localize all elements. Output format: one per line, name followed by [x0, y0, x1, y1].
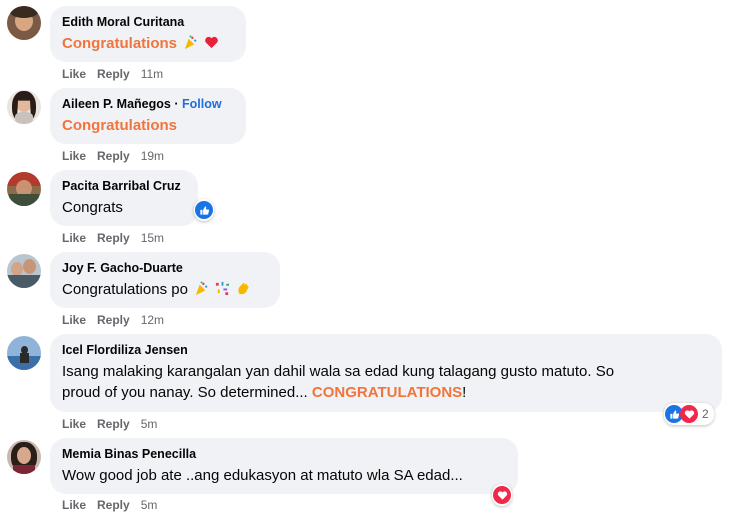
comment-text: Congratulations: [62, 33, 234, 54]
avatar[interactable]: [7, 6, 41, 40]
like-button[interactable]: Like: [62, 231, 86, 245]
comment-author[interactable]: Pacita Barribal Cruz: [62, 178, 186, 194]
timestamp[interactable]: 5m: [141, 498, 158, 512]
like-icon: [195, 201, 213, 219]
love-icon: [680, 405, 698, 423]
like-button[interactable]: Like: [62, 417, 86, 431]
confetti-icon: [216, 281, 230, 296]
highlighted-text: Congratulations: [62, 117, 177, 134]
comment-author[interactable]: Edith Moral Curitana: [62, 14, 234, 30]
comment-text-content: proud of you nanay. So determined...: [62, 384, 312, 401]
comment-text-content: Congratulations po: [62, 281, 188, 298]
comment-actions: Like Reply 12m: [62, 313, 175, 327]
highlighted-text: Congratulations: [62, 35, 177, 52]
like-button[interactable]: Like: [62, 67, 86, 81]
like-button[interactable]: Like: [62, 313, 86, 327]
like-button[interactable]: Like: [62, 149, 86, 163]
comment-text: Isang malaking karangalan yan dahil wala…: [62, 361, 710, 403]
comment-bubble: Aileen P. Mañegos · Follow Congratulatio…: [50, 88, 246, 144]
reply-button[interactable]: Reply: [97, 417, 130, 431]
comment-author[interactable]: Aileen P. Mañegos: [62, 97, 171, 111]
reaction-badge[interactable]: [194, 199, 214, 221]
timestamp[interactable]: 11m: [141, 67, 163, 81]
clapping-hands-icon: [238, 282, 249, 295]
highlighted-text: CONGRATULATIONS: [311, 384, 463, 401]
comment-bubble: Memia Binas Penecilla Wow good job ate .…: [50, 438, 518, 494]
separator: ·: [174, 97, 179, 111]
like-button[interactable]: Like: [62, 498, 86, 512]
comment-text-line: proud of you nanay. So determined... CON…: [62, 382, 710, 403]
comment-text-content: !: [462, 384, 467, 401]
party-popper-icon: [195, 281, 208, 296]
timestamp[interactable]: 5m: [141, 417, 158, 431]
love-icon: [493, 486, 511, 504]
avatar[interactable]: [7, 90, 41, 124]
comment-actions: Like Reply 5m: [62, 417, 168, 431]
timestamp[interactable]: 12m: [141, 313, 164, 327]
reply-button[interactable]: Reply: [97, 67, 130, 81]
comment-actions: Like Reply 5m: [62, 498, 168, 512]
comment-text: Congratulations po: [62, 279, 268, 300]
avatar[interactable]: [7, 254, 41, 288]
reaction-badge[interactable]: [492, 484, 512, 506]
comment-bubble: Edith Moral Curitana Congratulations: [50, 6, 246, 62]
comment-text: Congrats: [62, 199, 123, 216]
comment-actions: Like Reply 11m: [62, 67, 174, 81]
comment-text: Congratulations: [62, 115, 234, 136]
comment-bubble: Pacita Barribal Cruz Congrats: [50, 170, 198, 226]
reply-button[interactable]: Reply: [97, 313, 130, 327]
reply-button[interactable]: Reply: [97, 498, 130, 512]
comment-text-line: Isang malaking karangalan yan dahil wala…: [62, 363, 615, 380]
avatar[interactable]: [7, 336, 41, 370]
red-heart-icon: [205, 36, 219, 49]
reply-button[interactable]: Reply: [97, 231, 130, 245]
comment-bubble: Joy F. Gacho-Duarte Congratulations po: [50, 252, 280, 308]
reaction-badge[interactable]: 2: [664, 403, 714, 425]
comment-bubble: Icel Flordiliza Jensen Isang malaking ka…: [50, 334, 722, 412]
comment-author[interactable]: Joy F. Gacho-Duarte: [62, 260, 268, 276]
reaction-count: 2: [702, 407, 709, 421]
avatar[interactable]: [7, 440, 41, 474]
comment-actions: Like Reply 15m: [62, 231, 175, 245]
reply-button[interactable]: Reply: [97, 149, 130, 163]
avatar[interactable]: [7, 172, 41, 206]
comment-author[interactable]: Memia Binas Penecilla: [62, 446, 506, 462]
comment-actions: Like Reply 19m: [62, 149, 175, 163]
follow-button[interactable]: Follow: [182, 97, 222, 111]
comment-text: Wow good job ate ..ang edukasyon at matu…: [62, 467, 463, 484]
timestamp[interactable]: 19m: [141, 149, 164, 163]
timestamp[interactable]: 15m: [141, 231, 164, 245]
party-popper-icon: [185, 35, 197, 50]
comment-header: Aileen P. Mañegos · Follow: [62, 96, 234, 112]
comment-author[interactable]: Icel Flordiliza Jensen: [62, 342, 710, 358]
